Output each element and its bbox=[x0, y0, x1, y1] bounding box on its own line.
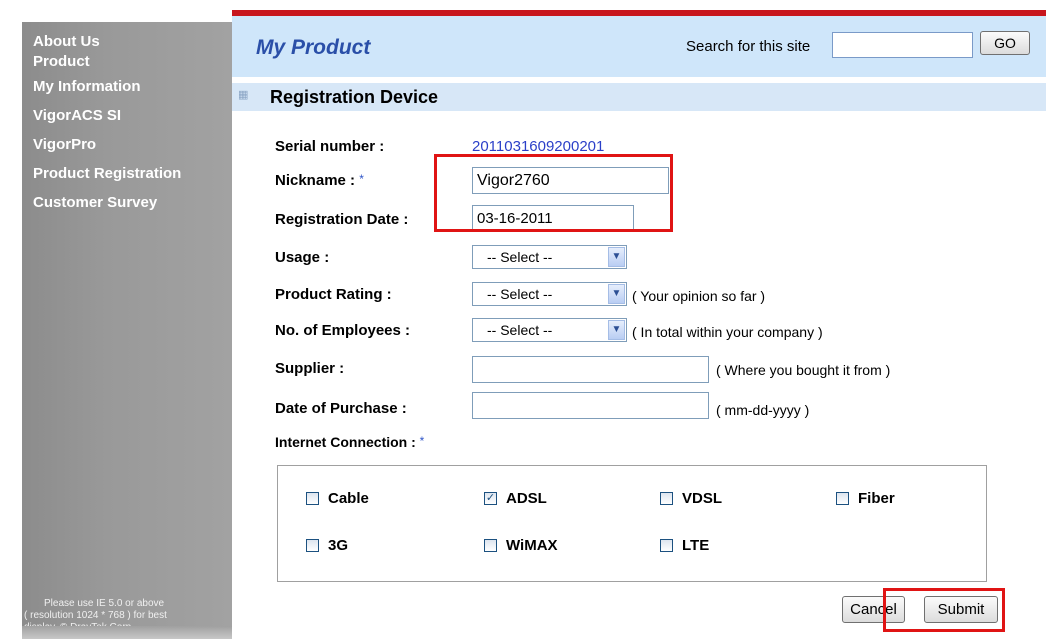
serial-number-value: 2011031609200201 bbox=[472, 138, 605, 155]
sidebar-item-customer-survey[interactable]: Customer Survey bbox=[33, 188, 181, 217]
sidebar-nav: About Us Product My Information VigorACS… bbox=[33, 32, 181, 217]
supplier-field[interactable] bbox=[472, 356, 709, 383]
checkbox-label: LTE bbox=[682, 537, 710, 554]
purchase-date-hint: ( mm-dd-yyyy ) bbox=[716, 402, 810, 418]
page-title: My Product bbox=[256, 36, 371, 59]
sidebar-item-product[interactable]: Product bbox=[33, 52, 181, 72]
product-rating-select-value: -- Select -- bbox=[487, 286, 553, 302]
sidebar-item-vigorpro[interactable]: VigorPro bbox=[33, 130, 181, 159]
usage-label: Usage : bbox=[275, 249, 330, 266]
product-rating-hint: ( Your opinion so far ) bbox=[632, 288, 766, 304]
browser-notice-line: Please use IE 5.0 or above bbox=[44, 598, 165, 609]
purchase-date-label: Date of Purchase : bbox=[275, 400, 407, 417]
checkbox-fiber[interactable]: Fiber bbox=[836, 490, 895, 507]
checkbox-label: VDSL bbox=[682, 490, 723, 507]
checkbox-icon bbox=[660, 539, 673, 552]
sidebar-item-product-registration[interactable]: Product Registration bbox=[33, 159, 181, 188]
checkbox-3g[interactable]: 3G bbox=[306, 537, 348, 554]
checkbox-label: WiMAX bbox=[506, 537, 558, 554]
checkbox-label: Cable bbox=[328, 490, 369, 507]
checkbox-icon bbox=[306, 492, 319, 505]
employees-select-value: -- Select -- bbox=[487, 322, 553, 338]
nickname-label: Nickname : * bbox=[275, 172, 364, 189]
checkbox-adsl[interactable]: ✓ ADSL bbox=[484, 490, 547, 507]
page-margin bbox=[0, 0, 22, 639]
purchase-date-field[interactable] bbox=[472, 392, 709, 419]
section-bullet-icon: ▦ bbox=[238, 89, 249, 101]
required-mark: * bbox=[419, 434, 425, 448]
page-header: My Product Search for this site GO bbox=[232, 16, 1046, 77]
checkbox-icon bbox=[660, 492, 673, 505]
checkbox-vdsl[interactable]: VDSL bbox=[660, 490, 722, 507]
chevron-down-icon: ▼ bbox=[608, 247, 625, 267]
internet-connection-label-text: Internet Connection : bbox=[275, 434, 416, 450]
section-title: Registration Device bbox=[270, 87, 439, 107]
search-input[interactable] bbox=[832, 32, 973, 58]
sidebar-item-about-us[interactable]: About Us bbox=[33, 32, 181, 52]
employees-hint: ( In total within your company ) bbox=[632, 324, 823, 340]
product-rating-label: Product Rating : bbox=[275, 286, 392, 303]
search-label: Search for this site bbox=[686, 38, 811, 55]
checkmark-icon: ✓ bbox=[484, 492, 497, 505]
go-button[interactable]: GO bbox=[980, 31, 1030, 55]
usage-select[interactable]: -- Select -- ▼ bbox=[472, 245, 627, 269]
connection-options-panel bbox=[277, 465, 987, 582]
sidebar-footer-shade bbox=[22, 626, 232, 639]
registration-date-label: Registration Date : bbox=[275, 211, 408, 228]
employees-select[interactable]: -- Select -- ▼ bbox=[472, 318, 627, 342]
usage-select-value: -- Select -- bbox=[487, 249, 553, 265]
checkbox-icon bbox=[836, 492, 849, 505]
checkbox-icon bbox=[306, 539, 319, 552]
chevron-down-icon: ▼ bbox=[608, 284, 625, 304]
browser-notice-line: ( resolution 1024 * 768 ) for best bbox=[24, 610, 167, 621]
submit-button[interactable]: Submit bbox=[924, 596, 998, 623]
registration-date-field[interactable] bbox=[472, 205, 634, 232]
checkbox-label: ADSL bbox=[506, 490, 547, 507]
checkbox-wimax[interactable]: WiMAX bbox=[484, 537, 558, 554]
supplier-label: Supplier : bbox=[275, 360, 345, 377]
chevron-down-icon: ▼ bbox=[608, 320, 625, 340]
serial-number-label: Serial number : bbox=[275, 138, 385, 155]
checkbox-label: Fiber bbox=[858, 490, 895, 507]
section-header: ▦ Registration Device bbox=[232, 83, 1046, 111]
checkbox-cable[interactable]: Cable bbox=[306, 490, 369, 507]
product-rating-select[interactable]: -- Select -- ▼ bbox=[472, 282, 627, 306]
checkbox-label: 3G bbox=[328, 537, 349, 554]
cancel-button[interactable]: Cancel bbox=[842, 596, 905, 623]
sidebar-item-my-information[interactable]: My Information bbox=[33, 72, 181, 101]
nickname-field[interactable] bbox=[472, 167, 669, 194]
checkbox-lte[interactable]: LTE bbox=[660, 537, 709, 554]
employees-label: No. of Employees : bbox=[275, 322, 411, 339]
nickname-label-text: Nickname : bbox=[275, 172, 356, 189]
sidebar: About Us Product My Information VigorACS… bbox=[22, 22, 232, 639]
internet-connection-label: Internet Connection : * bbox=[275, 434, 424, 450]
supplier-hint: ( Where you bought it from ) bbox=[716, 362, 891, 378]
sidebar-item-vigoracs-si[interactable]: VigorACS SI bbox=[33, 101, 181, 130]
checkbox-icon bbox=[484, 539, 497, 552]
required-mark: * bbox=[359, 172, 364, 186]
registration-date-label-text: Registration Date : bbox=[275, 211, 409, 228]
